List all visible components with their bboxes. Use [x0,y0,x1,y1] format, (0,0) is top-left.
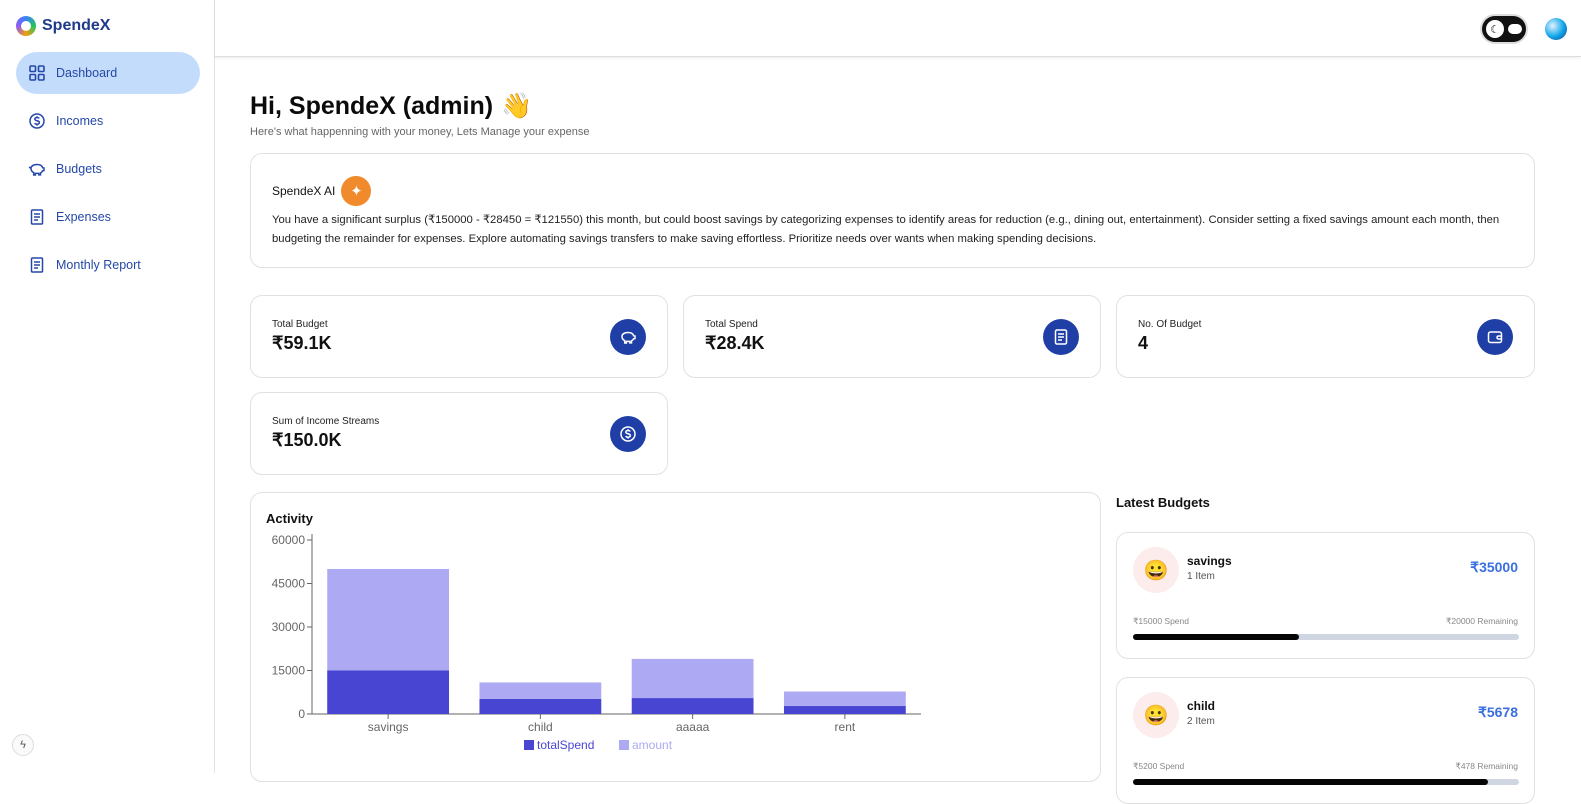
bar-amount-aaaaa [631,658,754,699]
budget-emoji: 😀 [1133,692,1179,738]
dollar-circle-icon [29,113,45,129]
bar-totalSpend-child [479,698,602,714]
sparkle-icon: ✦ [341,176,372,206]
stat-value: ₹150.0K [272,430,342,450]
budget-name: savings [1187,554,1232,568]
sidebar-item-label: Expenses [56,210,111,224]
sidebar-item-monthly-report[interactable]: Monthly Report [16,244,200,286]
budget-progress-fill [1133,779,1489,785]
receipt-icon [1043,319,1079,355]
budget-card-savings[interactable]: 😀 savings 1 Item ₹35000 ₹15000 Spend ₹20… [1116,532,1535,659]
ai-message: You have a significant surplus (₹150000 … [272,214,1500,245]
legend-swatch-totalSpend [524,740,534,750]
report-icon [30,257,44,273]
bar-amount-child [479,682,602,699]
stat-card-income-streams: Sum of Income Streams ₹150.0K [250,392,668,475]
app-logo[interactable]: SpendeX [16,16,110,36]
logo-icon [16,16,36,36]
sidebar: SpendeX Dashboard Incomes Budgets Expens… [0,0,215,773]
sidebar-nav: Dashboard Incomes Budgets Expenses Month… [16,52,200,292]
stat-value: ₹59.1K [272,333,332,353]
sidebar-item-label: Incomes [56,114,104,128]
toggle-track [1508,24,1522,34]
x-tick-label: rent [835,720,856,734]
budget-name: child [1187,699,1216,713]
sidebar-item-label: Budgets [56,162,102,176]
bar-totalSpend-aaaaa [631,698,754,714]
budget-item-count: 2 Item [1187,716,1215,727]
stat-card-total-spend: Total Spend ₹28.4K [683,295,1101,378]
sidebar-item-expenses[interactable]: Expenses [16,196,200,238]
y-tick-label: 45000 [272,577,306,591]
y-tick-label: 60000 [272,533,306,547]
dollar-circle-icon [610,416,646,452]
piggy-bank-icon [610,319,646,355]
greeting-text: Hi, SpendeX (admin) [250,92,494,120]
bolt-icon[interactable]: ϟ [12,734,34,756]
budget-amount: ₹35000 [1470,559,1518,575]
budget-progress-bar [1133,634,1519,640]
budget-amount: ₹5678 [1477,704,1518,720]
budget-spend: ₹5200 Spend [1133,761,1185,771]
stat-label: Total Spend [705,319,758,330]
sidebar-item-budgets[interactable]: Budgets [16,148,200,190]
budget-progress-fill [1133,634,1299,640]
top-bar: ☾ [215,0,1581,57]
sidebar-item-label: Dashboard [56,66,118,80]
stat-label: No. Of Budget [1138,319,1202,330]
bar-amount-savings [327,569,450,671]
ai-title-label: SpendeX AI [272,184,336,198]
stat-label: Total Budget [272,319,328,330]
ai-insight-card: SpendeX AI ✦ You have a significant surp… [250,153,1535,268]
receipt-icon [30,209,44,225]
bar-totalSpend-savings [327,670,450,714]
budget-emoji: 😀 [1133,547,1179,593]
budget-card-child[interactable]: 😀 child 2 Item ₹5678 ₹5200 Spend ₹478 Re… [1116,677,1535,804]
activity-card: Activity 0 15000 30000 45000 60000 savings chi… [250,492,1101,782]
user-avatar[interactable] [1545,18,1567,40]
sidebar-item-dashboard[interactable]: Dashboard [16,52,200,94]
legend-label-amount: amount [632,738,673,752]
legend-label-totalSpend: totalSpend [537,738,594,752]
x-tick-label: aaaaa [676,720,710,734]
piggy-bank-icon [28,163,45,176]
bar-totalSpend-rent [783,706,906,714]
x-tick-label: child [528,720,553,734]
budget-remaining: ₹20000 Remaining [1445,616,1518,626]
stat-card-total-budget: Total Budget ₹59.1K [250,295,668,378]
budget-remaining: ₹478 Remaining [1455,761,1518,771]
stat-card-number-of-budget: No. Of Budget 4 [1116,295,1535,378]
stat-label: Sum of Income Streams [272,416,380,427]
sidebar-item-label: Monthly Report [56,258,141,272]
ai-title: SpendeX AI ✦ [272,176,372,206]
y-tick-label: 0 [298,707,305,721]
y-tick-label: 30000 [272,620,306,634]
latest-budgets-title: Latest Budgets [1116,495,1210,510]
grid-icon [29,65,45,81]
budget-spend: ₹15000 Spend [1133,616,1189,626]
page-title: Hi, SpendeX (admin) 👋 [250,92,532,121]
moon-icon: ☾ [1486,20,1504,38]
budget-progress-bar [1133,779,1519,785]
activity-chart: 0 15000 30000 45000 60000 savings child aaaaa re… [272,533,921,752]
stat-value: 4 [1138,333,1149,353]
theme-toggle[interactable]: ☾ [1482,16,1526,42]
bar-amount-rent [783,691,906,707]
stat-value: ₹28.4K [705,333,765,353]
y-tick-label: 15000 [272,664,306,678]
x-tick-label: savings [368,720,409,734]
legend-swatch-amount [619,740,629,750]
budget-item-count: 1 Item [1187,571,1215,582]
app-name: SpendeX [42,17,111,34]
page-subtitle: Here's what happenning with your money, … [250,126,590,138]
wallet-icon [1477,319,1513,355]
wave-emoji: 👋 [501,92,533,120]
sidebar-item-incomes[interactable]: Incomes [16,100,200,142]
